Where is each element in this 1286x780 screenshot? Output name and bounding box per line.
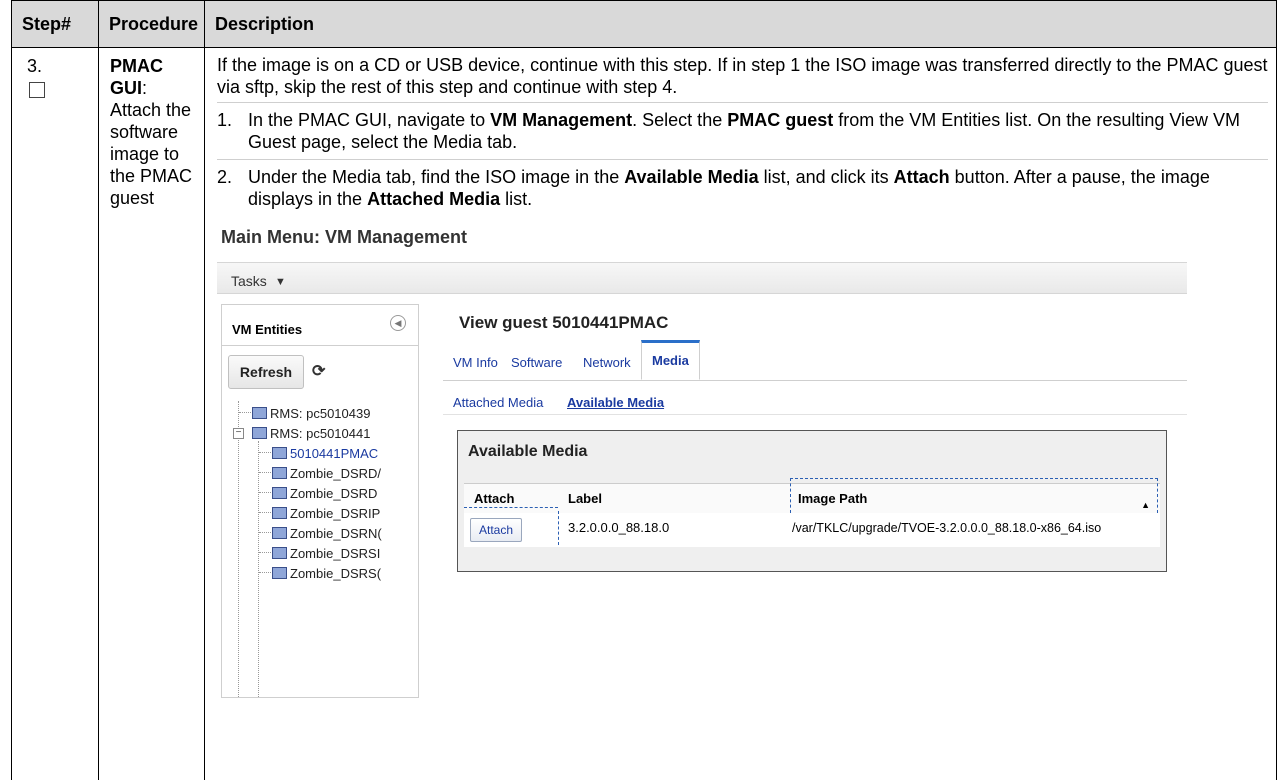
vm-icon — [272, 547, 287, 559]
item-text: list. — [500, 189, 532, 209]
server-icon — [252, 407, 267, 419]
guest-title: View guest 5010441PMAC — [459, 312, 668, 334]
header-row: Step# Procedure Description — [12, 1, 1277, 48]
step-row: 3. PMAC GUI: Attach the software image t… — [12, 48, 1277, 780]
available-media-title: Available Media — [468, 441, 587, 463]
item-text: list, and click its — [759, 167, 894, 187]
focus-outline — [558, 511, 559, 545]
vm-icon — [272, 527, 287, 539]
panel-divider — [222, 345, 418, 346]
vm-icon — [272, 447, 287, 459]
vm-icon — [272, 467, 287, 479]
chevron-down-icon[interactable]: ▼ — [275, 271, 286, 293]
tree-label: Zombie_DSRSI — [290, 546, 380, 561]
column-label[interactable]: Label — [568, 484, 602, 514]
tree-label: Zombie_DSRD — [290, 486, 377, 501]
tab-software[interactable]: Software — [511, 352, 562, 374]
description-cell: If the image is on a CD or USB device, c… — [205, 48, 1277, 780]
media-table-header: Attach Label Image Path ▲ — [464, 483, 1160, 514]
item-number: 1. — [217, 109, 232, 131]
tab-network[interactable]: Network — [583, 352, 631, 374]
screenshot-heading: Main Menu: VM Management — [221, 226, 467, 248]
tree-connector — [259, 452, 271, 453]
header-description: Description — [205, 1, 1277, 48]
item-bold: PMAC guest — [727, 110, 833, 130]
available-media-box: Available Media Attach Label Image Path … — [457, 430, 1167, 572]
step-cell: 3. — [12, 48, 99, 780]
item-bold: Attached Media — [367, 189, 500, 209]
tree-label: RMS: pc5010439 — [270, 406, 370, 421]
procedure-text: Attach the software image to the PMAC gu… — [110, 100, 192, 208]
tree-connector — [259, 512, 271, 513]
tree-connector — [259, 552, 271, 553]
refresh-icon[interactable]: ⟳ — [312, 361, 325, 383]
header-step: Step# — [12, 1, 99, 48]
header-procedure: Procedure — [99, 1, 205, 48]
media-label: 3.2.0.0.0_88.18.0 — [568, 513, 669, 547]
item-number: 2. — [217, 166, 232, 188]
tree-label: Zombie_DSRN( — [290, 526, 382, 541]
item-bold: Available Media — [624, 167, 758, 187]
tab-media[interactable]: Media — [641, 340, 700, 380]
tree-connector — [259, 472, 271, 473]
tree-connector — [239, 412, 251, 413]
procedure-colon: : — [142, 78, 147, 98]
item-bold: VM Management — [490, 110, 632, 130]
description-intro: If the image is on a CD or USB device, c… — [217, 54, 1268, 98]
column-attach: Attach — [474, 484, 514, 514]
step-checkbox[interactable] — [29, 82, 45, 98]
focus-outline — [790, 478, 1158, 513]
description-item-1: 1. In the PMAC GUI, navigate to VM Manag… — [217, 102, 1268, 159]
item-text: Under the Media tab, find the ISO image … — [248, 167, 624, 187]
vm-icon — [272, 507, 287, 519]
tab-vm-info[interactable]: VM Info — [453, 352, 498, 374]
item-bold: Attach — [894, 167, 950, 187]
vm-entities-panel: VM Entities ◀ Refresh ⟳ RMS: pc5010439 — [221, 304, 419, 698]
tree-connector — [259, 492, 271, 493]
description-item-2: 2. Under the Media tab, find the ISO ima… — [217, 159, 1268, 216]
guest-tabs: VM Info Software Network Media — [443, 340, 1187, 381]
focus-outline — [464, 507, 558, 508]
embedded-screenshot: Main Menu: VM Management Tasks ▼ VM Enti… — [217, 216, 1268, 696]
media-subtabs: Attached Media Available Media — [443, 384, 1187, 415]
attach-button[interactable]: Attach — [470, 518, 522, 542]
tasks-bar: Tasks ▼ — [217, 262, 1187, 294]
table-row: Attach 3.2.0.0.0_88.18.0 /var/TKLC/upgra… — [464, 513, 1160, 547]
tree-label: 5010441PMAC — [290, 446, 378, 461]
collapse-icon[interactable]: − — [233, 428, 244, 439]
item-text: . Select the — [632, 110, 727, 130]
vm-entities-title: VM Entities — [232, 319, 302, 341]
tree-connector — [238, 401, 239, 697]
procedure-table: Step# Procedure Description 3. PMAC GUI:… — [11, 0, 1277, 780]
tree-connector — [259, 572, 271, 573]
procedure-cell: PMAC GUI: Attach the software image to t… — [99, 48, 205, 780]
procedure-title: PMAC GUI — [110, 56, 163, 98]
subtab-available-media[interactable]: Available Media — [567, 392, 664, 414]
collapse-panel-icon[interactable]: ◀ — [390, 315, 406, 331]
tree-label: Zombie_DSRD/ — [290, 466, 381, 481]
vm-tree: RMS: pc5010439 − RMS: pc5010441 5010441P… — [222, 401, 418, 697]
tree-label: RMS: pc5010441 — [270, 426, 370, 441]
tree-connector — [258, 441, 259, 697]
media-image-path: /var/TKLC/upgrade/TVOE-3.2.0.0.0_88.18.0… — [792, 513, 1101, 547]
vm-icon — [272, 487, 287, 499]
item-text: In the PMAC GUI, navigate to — [248, 110, 490, 130]
tree-connector — [259, 532, 271, 533]
subtab-attached-media[interactable]: Attached Media — [453, 392, 543, 414]
server-icon — [252, 427, 267, 439]
refresh-button[interactable]: Refresh — [228, 355, 304, 389]
tasks-menu[interactable]: Tasks — [231, 270, 267, 292]
step-number: 3. — [27, 56, 42, 76]
tree-label: Zombie_DSRIP — [290, 506, 380, 521]
tree-label: Zombie_DSRS( — [290, 566, 381, 581]
vm-icon — [272, 567, 287, 579]
